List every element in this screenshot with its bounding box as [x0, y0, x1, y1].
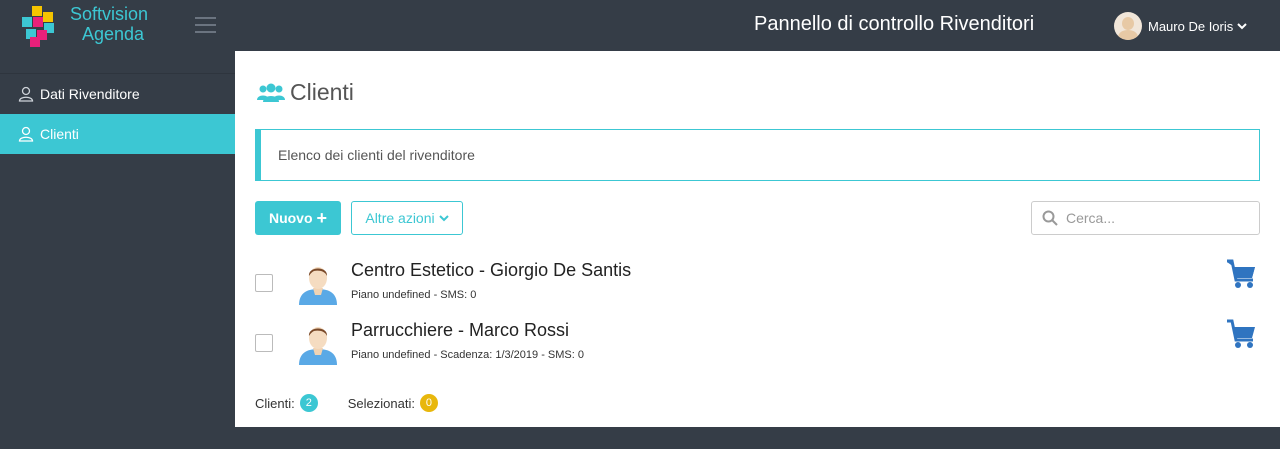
sidebar-item-label: Clienti [40, 126, 79, 142]
search-box[interactable] [1031, 201, 1260, 235]
client-name[interactable]: Parrucchiere - Marco Rossi [351, 320, 569, 341]
selected-count-badge: 0 [419, 394, 438, 412]
selected-count-label: Selezionati: [347, 395, 415, 411]
brand-name[interactable]: Softvision Agenda [70, 4, 148, 44]
plus-icon: + [316, 207, 328, 228]
select-checkbox[interactable] [255, 334, 273, 352]
sidebar-divider [0, 51, 235, 74]
sidebar-item-label: Dati Rivenditore [40, 86, 140, 102]
top-bar: Softvision Agenda Pannello di controllo … [0, 0, 1280, 51]
chevron-down-icon [1237, 23, 1247, 30]
user-icon [18, 126, 34, 142]
user-name: Mauro De Ioris [1148, 18, 1234, 34]
clients-count-badge: 2 [299, 394, 318, 412]
client-meta: Piano undefined - Scadenza: 1/3/2019 - S… [351, 349, 584, 361]
sidebar-item-clienti[interactable]: Clienti [0, 114, 235, 154]
user-menu[interactable]: Mauro De Ioris [1114, 12, 1247, 40]
cart-icon[interactable] [1225, 319, 1257, 349]
sidebar: Dati Rivenditore Clienti [0, 51, 235, 449]
chevron-down-icon [438, 215, 449, 222]
new-client-button[interactable]: Nuovo + [255, 201, 341, 235]
sidebar-item-dati-rivenditore[interactable]: Dati Rivenditore [0, 74, 235, 114]
cart-icon[interactable] [1225, 259, 1257, 289]
more-actions-button[interactable]: Altre azioni [351, 201, 463, 235]
users-icon [257, 83, 285, 102]
page-title-text: Clienti [290, 79, 354, 105]
person-avatar [299, 267, 337, 305]
user-icon [18, 86, 34, 102]
list-item[interactable]: Parrucchiere - Marco Rossi Piano undefin… [255, 316, 1265, 372]
brand-line-1: Softvision [70, 4, 149, 24]
page-header-title: Pannello di controllo Rivenditori [754, 13, 1035, 35]
search-input[interactable] [1066, 210, 1246, 226]
more-actions-label: Altre azioni [365, 210, 435, 226]
page-title: Clienti [256, 79, 354, 106]
new-button-label: Nuovo [268, 210, 313, 226]
list-footer: Clienti: 2 Selezionati: 0 [255, 394, 438, 412]
search-icon [1042, 210, 1058, 226]
user-avatar [1114, 12, 1142, 40]
client-meta: Piano undefined - SMS: 0 [351, 289, 477, 301]
main-content: Clienti Elenco dei clienti del rivendito… [235, 51, 1280, 427]
list-item[interactable]: Centro Estetico - Giorgio De Santis Pian… [255, 256, 1265, 312]
select-checkbox[interactable] [255, 274, 273, 292]
brand-line-2: Agenda [82, 24, 145, 44]
logo-icon[interactable] [20, 4, 64, 48]
client-name[interactable]: Centro Estetico - Giorgio De Santis [351, 260, 631, 281]
person-avatar [299, 327, 337, 365]
menu-icon[interactable] [195, 17, 216, 33]
info-callout: Elenco dei clienti del rivenditore [255, 129, 1260, 181]
clients-count-label: Clienti: [255, 395, 295, 411]
